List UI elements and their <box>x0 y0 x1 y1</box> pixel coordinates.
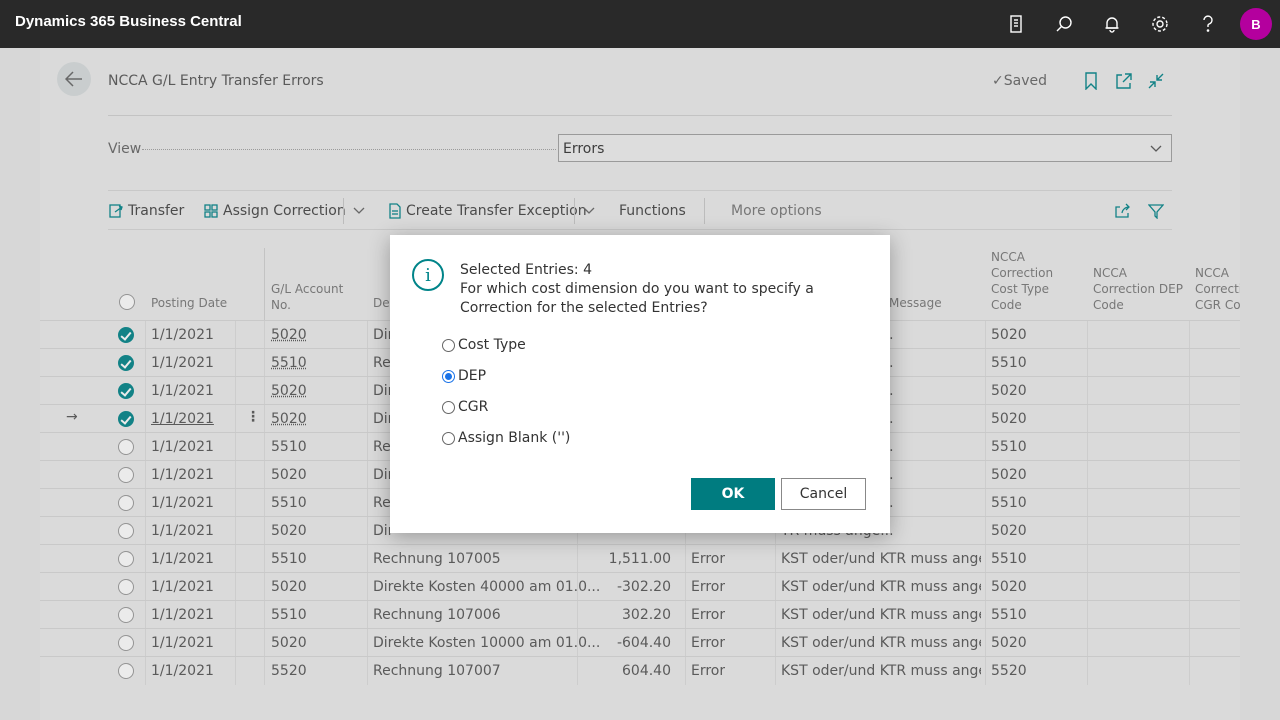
dialog-question: For which cost dimension do you want to … <box>460 281 814 316</box>
help-icon[interactable] <box>1196 12 1220 36</box>
option-cost-type[interactable]: Cost Type <box>442 337 526 353</box>
info-icon: i <box>412 259 444 291</box>
app-title[interactable]: Dynamics 365 Business Central <box>15 13 242 30</box>
radio-dep[interactable] <box>442 369 455 383</box>
gear-icon[interactable] <box>1148 12 1172 36</box>
cancel-button[interactable]: Cancel <box>781 478 866 510</box>
option-dep[interactable]: DEP <box>442 368 486 384</box>
option-dep-label: DEP <box>458 368 487 384</box>
option-assign-blank-label: Assign Blank ('') <box>458 430 571 446</box>
option-assign-blank[interactable]: Assign Blank ('') <box>442 430 570 446</box>
dialog-message: Selected Entries: 4 For which cost dimen… <box>460 261 872 318</box>
top-bar: Dynamics 365 Business Central B <box>0 0 1280 48</box>
radio-assign-blank[interactable] <box>442 431 455 445</box>
ok-button[interactable]: OK <box>691 478 775 510</box>
option-cgr[interactable]: CGR <box>442 399 488 415</box>
correction-dialog: i Selected Entries: 4 For which cost dim… <box>390 235 890 533</box>
bell-icon[interactable] <box>1100 12 1124 36</box>
radio-cgr[interactable] <box>442 400 455 414</box>
option-cgr-label: CGR <box>458 399 489 415</box>
document-icon[interactable] <box>1004 12 1028 36</box>
dialog-selected-count: Selected Entries: 4 <box>460 262 592 278</box>
option-cost-type-label: Cost Type <box>458 337 526 353</box>
user-avatar[interactable]: B <box>1240 8 1272 40</box>
search-icon[interactable] <box>1052 12 1076 36</box>
radio-cost-type[interactable] <box>442 338 455 352</box>
